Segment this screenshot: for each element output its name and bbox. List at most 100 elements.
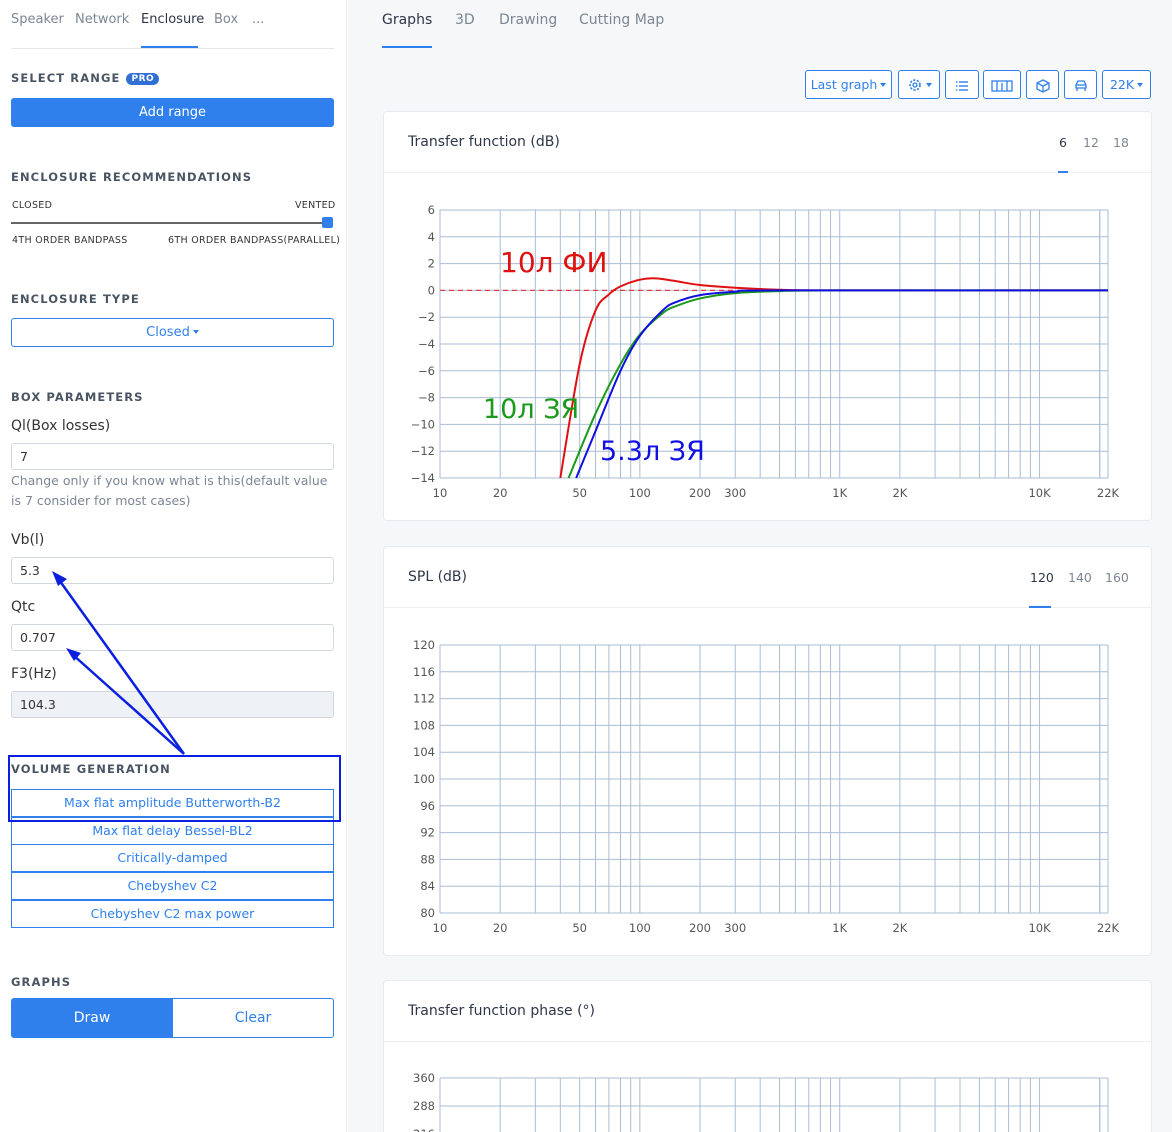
recommendation-slider-handle[interactable]	[322, 217, 333, 228]
ql-input[interactable]	[11, 443, 334, 470]
settings-dropdown[interactable]	[898, 70, 940, 99]
graph-actions: Draw Clear	[11, 998, 334, 1038]
y-tick-label: −8	[418, 391, 435, 405]
y-tick-label: 116	[413, 665, 435, 679]
option-160[interactable]: 160	[1105, 570, 1129, 585]
qtc-input[interactable]	[11, 624, 334, 651]
vented-label: VENTED	[295, 200, 336, 211]
qtc-label: Qtc	[11, 599, 36, 615]
x-tick-label: 10	[433, 486, 448, 500]
y-tick-label: 0	[428, 283, 435, 297]
tab-box[interactable]: Box	[214, 12, 238, 27]
caret-down-icon	[192, 330, 199, 334]
chebyshev-c2-max-power-button[interactable]: Chebyshev C2 max power	[11, 900, 334, 928]
vb-label: Vb(l)	[11, 532, 45, 548]
add-range-button[interactable]: Add range	[11, 98, 334, 127]
critically-damped-button[interactable]: Critically-damped	[11, 844, 334, 872]
y-tick-label: −10	[411, 417, 435, 431]
list-button[interactable]	[945, 70, 979, 99]
x-tick-label: 100	[629, 921, 651, 935]
transfer-function-card: Transfer function (dB) 6 12 18 6 4 2 0 −2 −4−…	[383, 111, 1152, 521]
x-tick-label: 10	[433, 921, 448, 935]
enclosure-type-value: Closed	[146, 325, 190, 340]
series-line-1a9a1a	[567, 289, 1109, 479]
gear-icon	[908, 79, 921, 91]
enclosure-type-title: ENCLOSURE TYPE	[11, 292, 140, 306]
caret-down-icon	[880, 83, 887, 87]
y-tick-label: 288	[413, 1099, 435, 1113]
y-tick-label: 120	[413, 638, 435, 652]
y-tick-label: 6	[428, 203, 435, 217]
enclosure-type-dropdown[interactable]: Closed	[11, 318, 334, 347]
tab-cutting-map[interactable]: Cutting Map	[579, 12, 664, 28]
x-tick-label: 20	[493, 486, 508, 500]
box-measure-icon	[991, 80, 1013, 92]
series-line-1010e0	[575, 289, 1109, 479]
sample-rate-label: 22K	[1109, 77, 1135, 92]
graphs-title: GRAPHS	[11, 975, 72, 989]
tab-3d[interactable]: 3D	[455, 12, 475, 28]
clear-button[interactable]: Clear	[172, 998, 334, 1038]
card-header: Transfer function (dB) 6 12 18	[384, 112, 1151, 173]
y-tick-label: −14	[411, 471, 435, 485]
f3-input	[11, 691, 334, 718]
last-graph-dropdown[interactable]: Last graph	[805, 70, 892, 99]
select-range-label: SELECT RANGE	[11, 71, 121, 85]
x-tick-label: 50	[572, 921, 587, 935]
main-panel: Graphs 3D Drawing Cutting Map Last graph…	[348, 0, 1172, 1132]
y-tick-label: 80	[420, 906, 435, 920]
active-tab-indicator	[141, 46, 198, 48]
card-title: Transfer function phase (°)	[408, 1003, 596, 1019]
3d-box-button[interactable]	[1026, 70, 1059, 99]
sidebar-tabs: Speaker Network Enclosure Box ...	[11, 0, 334, 49]
x-tick-label: 10K	[1028, 921, 1051, 935]
option-120[interactable]: 120	[1030, 570, 1054, 585]
y-tick-label: 112	[413, 692, 435, 706]
x-tick-label: 22K	[1097, 921, 1120, 935]
transfer-function-chart: 6420−2−4−6−8−10−12−1410 20 50 100 200 300 1K 2K…	[411, 203, 1120, 500]
box-measure-button[interactable]	[983, 70, 1021, 99]
car-icon	[1074, 80, 1087, 91]
recommendation-slider-track[interactable]	[11, 222, 333, 224]
y-tick-label: 108	[413, 718, 435, 732]
x-tick-label: 50	[572, 486, 587, 500]
card-title: SPL (dB)	[408, 569, 467, 585]
x-tick-label: 300	[724, 486, 746, 500]
y-tick-label: 100	[413, 772, 435, 786]
y-tick-label: −6	[418, 364, 435, 378]
option-6[interactable]: 6	[1059, 135, 1067, 150]
y-tick-label: 92	[420, 826, 435, 840]
tab-speaker[interactable]: Speaker	[11, 12, 64, 27]
tab-network[interactable]: Network	[75, 12, 129, 27]
last-graph-label: Last graph	[810, 77, 878, 92]
y-tick-label: 88	[420, 852, 435, 866]
y-tick-label: 216	[413, 1127, 435, 1132]
sample-rate-dropdown[interactable]: 22K	[1102, 70, 1151, 99]
car-button[interactable]	[1064, 70, 1097, 99]
spl-card: SPL (dB) 120 140 160 120 116 112 108 104 100 9…	[383, 546, 1152, 956]
tab-enclosure[interactable]: Enclosure	[141, 12, 204, 27]
card-title: Transfer function (dB)	[408, 134, 560, 150]
chebyshev-c2-button[interactable]: Chebyshev C2	[11, 872, 334, 900]
option-12[interactable]: 12	[1083, 135, 1099, 150]
y-tick-label: 4	[428, 230, 435, 244]
x-tick-label: 300	[724, 921, 746, 935]
f3-label: F3(Hz)	[11, 666, 57, 682]
box-parameters-title: BOX PARAMETERS	[11, 390, 144, 404]
tab-graphs[interactable]: Graphs	[382, 12, 432, 28]
draw-button[interactable]: Draw	[11, 998, 173, 1038]
option-140[interactable]: 140	[1068, 570, 1092, 585]
4th-order-bandpass-label: 4TH ORDER BANDPASS	[12, 235, 128, 246]
card-header: Transfer function phase (°)	[384, 981, 1151, 1042]
option-indicator	[1058, 171, 1068, 173]
y-tick-label: −12	[411, 444, 435, 458]
x-tick-label: 22K	[1097, 486, 1120, 500]
spl-chart: 120 116 112 108 104 100 96 92 88 84 8010 20 50 100 200…	[413, 638, 1120, 935]
y-tick-label: 360	[413, 1071, 435, 1085]
y-tick-label: 84	[420, 879, 435, 893]
option-18[interactable]: 18	[1113, 135, 1129, 150]
vb-input[interactable]	[11, 557, 334, 584]
tab-drawing[interactable]: Drawing	[499, 12, 557, 28]
x-tick-label: 200	[689, 486, 711, 500]
tab-more[interactable]: ...	[252, 12, 264, 27]
